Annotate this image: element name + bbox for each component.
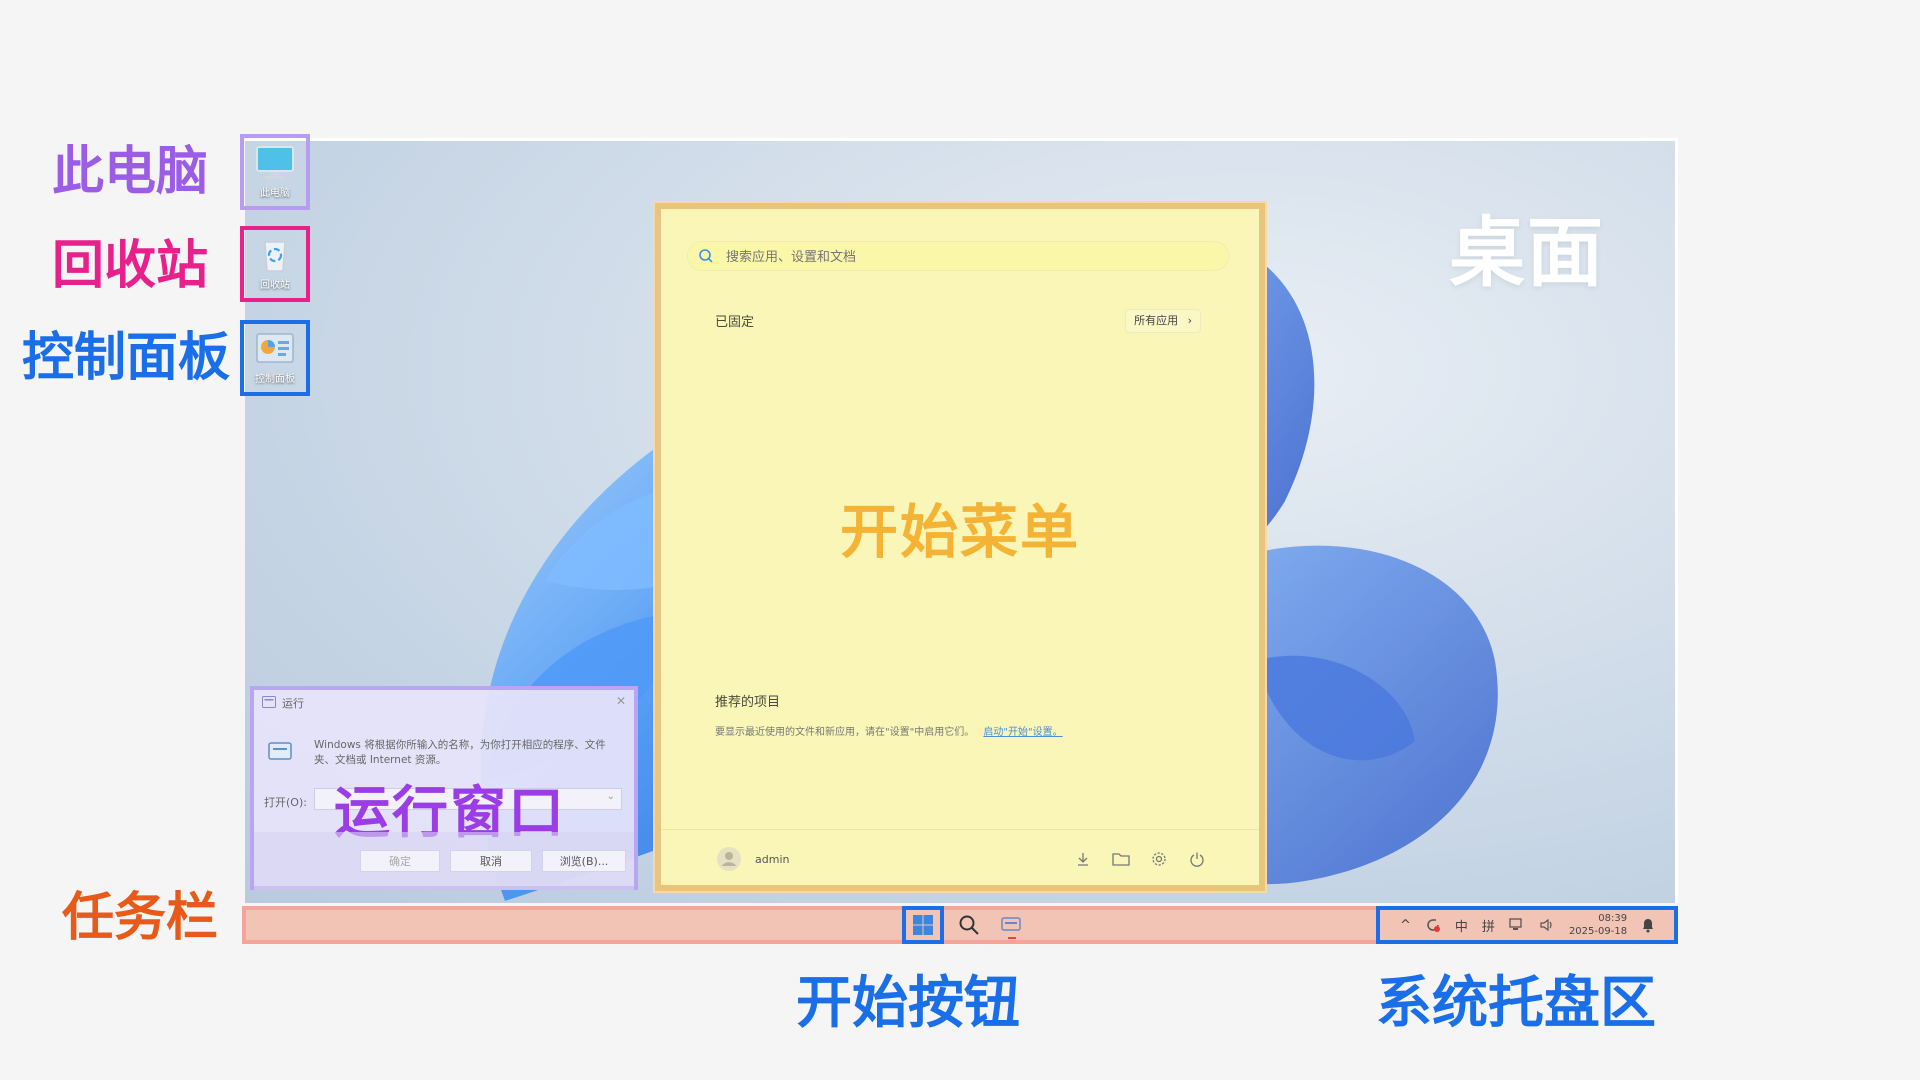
all-apps-button[interactable]: 所有应用 › bbox=[1125, 309, 1201, 333]
avatar-icon bbox=[717, 847, 741, 871]
start-settings-link[interactable]: 启动"开始"设置。 bbox=[983, 727, 1062, 738]
chevron-down-icon[interactable]: ⌄ bbox=[607, 791, 615, 802]
search-icon bbox=[699, 249, 713, 263]
start-button[interactable] bbox=[902, 906, 944, 944]
browse-button[interactable]: 浏览(B)... bbox=[542, 850, 626, 872]
taskbar-search-button[interactable] bbox=[950, 910, 988, 940]
label-start-button: 开始按钮 bbox=[796, 971, 1020, 1036]
close-icon[interactable]: ✕ bbox=[616, 694, 626, 708]
user-profile[interactable]: admin bbox=[717, 847, 789, 871]
cancel-button[interactable]: 取消 bbox=[450, 850, 532, 872]
all-apps-label: 所有应用 bbox=[1134, 314, 1179, 327]
volume-icon[interactable] bbox=[1539, 918, 1555, 932]
label-recycle-bin: 回收站 bbox=[51, 236, 208, 296]
power-icon[interactable] bbox=[1183, 845, 1211, 873]
settings-icon[interactable] bbox=[1145, 845, 1173, 873]
monitor-icon bbox=[256, 146, 294, 179]
start-menu[interactable]: 已固定 所有应用 › 开始菜单 推荐的项目 要显示最近使用的文件和新应用，请在"… bbox=[655, 203, 1265, 891]
taskbar[interactable]: ^ 中 拼 08:39 2025-09-18 bbox=[242, 906, 1678, 944]
notification-bell-icon[interactable] bbox=[1641, 917, 1655, 933]
network-icon[interactable] bbox=[1509, 918, 1525, 932]
search-icon bbox=[959, 915, 979, 935]
recycle-bin-icon bbox=[264, 241, 286, 272]
chevron-right-icon: › bbox=[1187, 314, 1192, 327]
label-taskbar: 任务栏 bbox=[61, 888, 218, 948]
download-icon[interactable] bbox=[1069, 845, 1097, 873]
label-this-pc: 此电脑 bbox=[51, 142, 208, 202]
windows-logo-icon bbox=[913, 915, 933, 935]
ime-name-indicator[interactable]: 拼 bbox=[1482, 916, 1495, 935]
recommended-description: 要显示最近使用的文件和新应用，请在"设置"中启用它们。 启动"开始"设置。 bbox=[715, 723, 1063, 738]
folder-icon[interactable] bbox=[1107, 845, 1135, 873]
annotation-box-this-pc: 此电脑 bbox=[240, 134, 310, 210]
recommended-text: 要显示最近使用的文件和新应用，请在"设置"中启用它们。 bbox=[715, 727, 975, 738]
start-search-box[interactable] bbox=[687, 241, 1229, 271]
open-label: 打开(O): bbox=[264, 796, 307, 809]
ime-mode-indicator[interactable]: 中 bbox=[1455, 916, 1468, 935]
clock[interactable]: 08:39 2025-09-18 bbox=[1569, 912, 1627, 938]
clock-date: 2025-09-18 bbox=[1568, 926, 1628, 937]
desktop-icon-label: 此电脑 bbox=[260, 188, 290, 199]
start-footer-divider bbox=[661, 829, 1259, 830]
run-dialog[interactable]: 运行 ✕ Windows 将根据你所输入的名称，为你打开相应的程序、文件夹、文档… bbox=[250, 686, 638, 890]
run-app-icon bbox=[262, 696, 276, 708]
desktop-icon-label: 控制面板 bbox=[255, 374, 295, 385]
annotation-box-control-panel: 控制面板 bbox=[240, 320, 310, 396]
control-panel-icon bbox=[256, 333, 294, 363]
recommended-title: 推荐的项目 bbox=[715, 695, 781, 710]
label-system-tray: 系统托盘区 bbox=[1376, 971, 1656, 1036]
clock-time: 08:39 bbox=[1598, 913, 1628, 924]
desktop-icon-this-pc[interactable]: 此电脑 bbox=[244, 138, 306, 204]
run-description: Windows 将根据你所输入的名称，为你打开相应的程序、文件夹、文档或 Int… bbox=[314, 739, 606, 766]
user-name: admin bbox=[755, 852, 790, 866]
desktop-icon-label: 回收站 bbox=[260, 280, 290, 291]
desktop-icon-control-panel[interactable]: 控制面板 bbox=[244, 324, 306, 390]
ok-button[interactable]: 确定 bbox=[360, 850, 440, 872]
pinned-title: 已固定 bbox=[715, 315, 755, 330]
run-title: 运行 bbox=[282, 697, 304, 710]
run-dialog-icon bbox=[268, 742, 292, 760]
desktop-icon-recycle-bin[interactable]: 回收站 bbox=[244, 230, 306, 296]
label-control-panel: 控制面板 bbox=[21, 328, 230, 388]
label-start-menu: 开始菜单 bbox=[839, 498, 1080, 566]
chevron-up-icon[interactable]: ^ bbox=[1400, 918, 1411, 933]
run-title-bar[interactable]: 运行 ✕ bbox=[254, 690, 634, 714]
taskbar-run-app[interactable] bbox=[992, 910, 1030, 940]
run-app-icon bbox=[1001, 917, 1021, 931]
label-desktop: 桌面 bbox=[1449, 208, 1605, 297]
sync-icon[interactable] bbox=[1425, 917, 1441, 933]
annotation-box-recycle-bin: 回收站 bbox=[240, 226, 310, 302]
system-tray: ^ 中 拼 08:39 2025-09-18 bbox=[1376, 906, 1678, 944]
start-footer-actions bbox=[1069, 845, 1211, 873]
active-app-indicator bbox=[1008, 937, 1016, 939]
start-search-input[interactable] bbox=[724, 247, 1208, 267]
